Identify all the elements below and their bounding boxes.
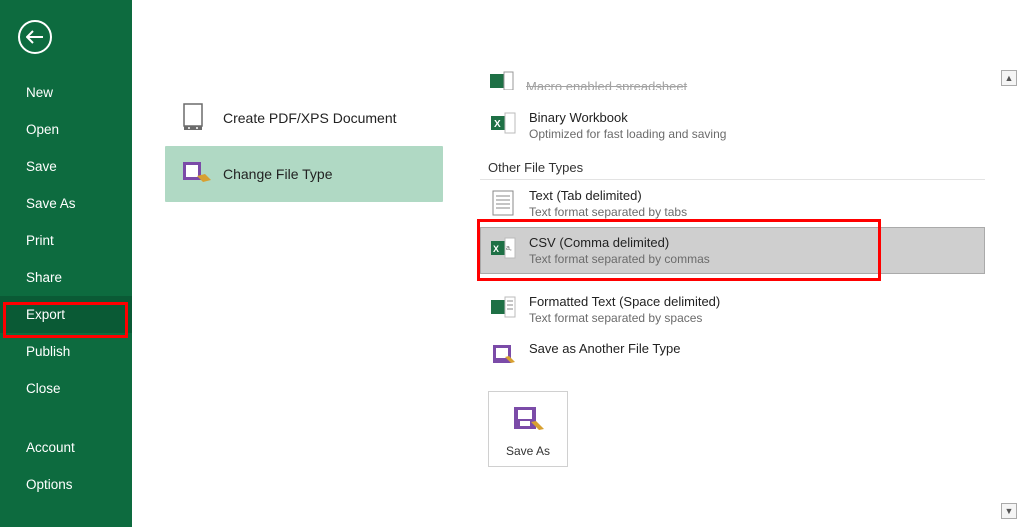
filetype-binary-workbook[interactable]: X Binary Workbook Optimized for fast loa… (480, 102, 985, 149)
save-as-label: Save As (489, 444, 567, 458)
export-create-pdf[interactable]: Create PDF/XPS Document (165, 90, 443, 146)
outer-scroll-up[interactable]: ▲ (1001, 70, 1017, 86)
file-types-pane: Macro enabled spreadsheet X Binary Workb… (480, 70, 985, 517)
menu-save[interactable]: Save (0, 148, 132, 185)
menu-close[interactable]: Close (0, 370, 132, 407)
filetype-formatted-text[interactable]: Formatted Text (Space delimited) Text fo… (480, 286, 985, 333)
menu-share[interactable]: Share (0, 259, 132, 296)
outer-scroll-down[interactable]: ▼ (1001, 503, 1017, 519)
filetype-csv-desc: Text format separated by commas (529, 252, 710, 266)
section-other-file-types: Other File Types (480, 154, 985, 180)
filetype-another-title: Save as Another File Type (529, 341, 681, 356)
svg-text:X: X (493, 244, 499, 254)
menu-export[interactable]: Export (0, 296, 132, 333)
menu-open[interactable]: Open (0, 111, 132, 148)
menu-account[interactable]: Account (0, 429, 132, 466)
backstage-sidebar: New Open Save Save As Print Share Export… (0, 0, 132, 527)
save-as-icon (511, 404, 545, 434)
filetype-formatted-title: Formatted Text (Space delimited) (529, 294, 720, 309)
excel-macro-icon (488, 70, 516, 90)
excel-binary-icon: X (489, 110, 519, 140)
back-button[interactable] (18, 20, 52, 54)
excel-prn-icon (489, 294, 519, 324)
filetype-text-tab[interactable]: Text (Tab delimited) Text format separat… (480, 180, 985, 227)
export-change-file-type-label: Change File Type (223, 166, 332, 182)
filetype-formatted-desc: Text format separated by spaces (529, 311, 720, 325)
svg-text:a,: a, (506, 245, 512, 252)
menu-publish[interactable]: Publish (0, 333, 132, 370)
pdf-xps-icon (177, 100, 213, 136)
menu-save-as[interactable]: Save As (0, 185, 132, 222)
excel-csv-icon: Xa, (489, 235, 519, 265)
export-create-pdf-label: Create PDF/XPS Document (223, 110, 397, 126)
save-as-button[interactable]: Save As (488, 391, 568, 467)
menu-print[interactable]: Print (0, 222, 132, 259)
content-area: Create PDF/XPS Document Change File Type… (132, 0, 1023, 527)
export-change-file-type[interactable]: Change File Type (165, 146, 443, 202)
filetype-another[interactable]: Save as Another File Type (480, 333, 985, 379)
filetype-macro-title: Macro enabled spreadsheet (526, 79, 687, 90)
filetype-csv[interactable]: Xa, CSV (Comma delimited) Text format se… (480, 227, 985, 274)
export-options: Create PDF/XPS Document Change File Type (165, 90, 443, 202)
svg-text:X: X (494, 119, 501, 130)
menu-options[interactable]: Options (0, 466, 132, 503)
save-as-another-icon (489, 341, 519, 371)
change-file-type-icon (177, 156, 213, 192)
filetype-binary-title: Binary Workbook (529, 110, 726, 125)
filetype-text-tab-desc: Text format separated by tabs (529, 205, 687, 219)
filetype-text-tab-title: Text (Tab delimited) (529, 188, 687, 203)
text-file-icon (489, 188, 519, 218)
menu-new[interactable]: New (0, 74, 132, 111)
filetype-binary-desc: Optimized for fast loading and saving (529, 127, 726, 141)
filetype-csv-title: CSV (Comma delimited) (529, 235, 710, 250)
